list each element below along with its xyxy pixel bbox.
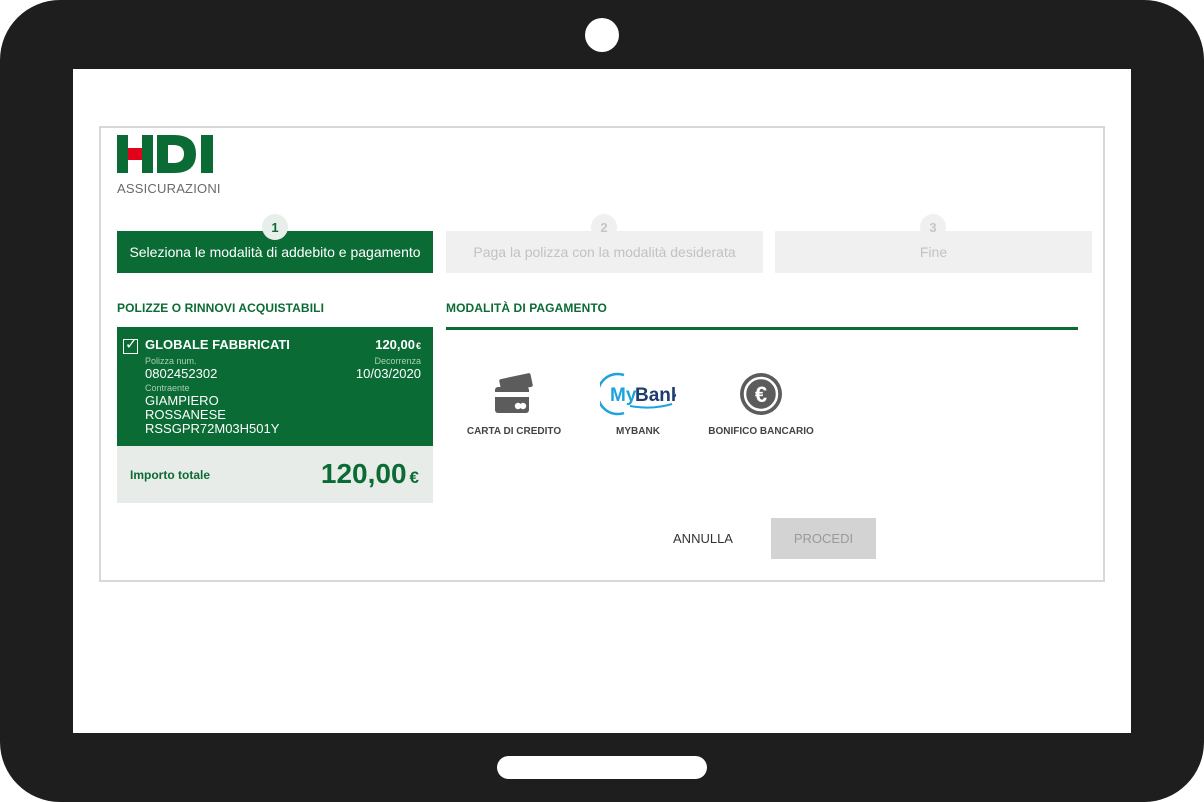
policy-checkbox[interactable]: ✓ bbox=[123, 336, 138, 354]
step-3-label: Fine bbox=[919, 244, 948, 260]
step-1-number: 1 bbox=[262, 214, 288, 240]
hdi-logo: ASSICURAZIONI bbox=[117, 133, 221, 196]
policy-holder-first: GIAMPIERO bbox=[145, 393, 219, 408]
step-3-number: 3 bbox=[920, 214, 946, 240]
payment-method-credit-card[interactable]: CARTA DI CREDITO bbox=[449, 370, 579, 437]
policy-amount-currency: € bbox=[415, 341, 421, 351]
hdi-logo-icon bbox=[117, 135, 213, 173]
policy-card[interactable]: ✓ GLOBALE FABBRICATI 120,00€ Polizza num… bbox=[117, 327, 433, 446]
policy-tax-code: RSSGPR72M03H501Y bbox=[145, 421, 280, 436]
tablet-home-button[interactable] bbox=[497, 756, 707, 779]
logo-subtitle: ASSICURAZIONI bbox=[117, 181, 221, 196]
policy-start-label: Decorrenza bbox=[374, 356, 421, 366]
tablet-frame: ASSICURAZIONI Seleziona le modalità di a… bbox=[0, 0, 1204, 802]
policy-start-date: 10/03/2020 bbox=[355, 366, 421, 381]
step-1-label: Seleziona le modalità di addebito e paga… bbox=[129, 244, 421, 260]
credit-card-icon bbox=[495, 373, 533, 413]
step-2-label: Paga la polizza con la modalità desidera… bbox=[473, 244, 736, 260]
policy-number-label: Polizza num. bbox=[145, 356, 197, 366]
total-label: Importo totale bbox=[130, 468, 210, 482]
euro-coin-icon: € bbox=[740, 373, 782, 415]
mybank-label: MYBANK bbox=[616, 426, 660, 437]
policy-amount-value: 120,00 bbox=[375, 337, 415, 352]
step-2-number: 2 bbox=[591, 214, 617, 240]
total-box: Importo totale 120,00 € bbox=[117, 446, 433, 503]
payment-method-bank-transfer[interactable]: € BONIFICO BANCARIO bbox=[696, 370, 826, 437]
euro-symbol: € bbox=[755, 382, 767, 407]
payment-section-title: MODALITÀ DI PAGAMENTO bbox=[446, 301, 607, 315]
checkmark-icon: ✓ bbox=[125, 336, 138, 353]
policy-number: 0802452302 bbox=[145, 366, 218, 381]
credit-card-label: CARTA DI CREDITO bbox=[466, 426, 562, 437]
mybank-logo-my: My bbox=[610, 385, 637, 406]
policy-name: GLOBALE FABBRICATI bbox=[145, 337, 290, 352]
total-amount-value: 120,00 bbox=[320, 458, 407, 489]
payment-panel: ASSICURAZIONI Seleziona le modalità di a… bbox=[99, 126, 1105, 582]
policies-section-title: POLIZZE O RINNOVI ACQUISTABILI bbox=[117, 301, 324, 315]
mybank-logo-icon: My Bank bbox=[600, 372, 676, 416]
total-currency: € bbox=[409, 468, 419, 487]
payment-method-mybank[interactable]: My Bank MYBANK bbox=[573, 370, 703, 437]
policy-holder-last: ROSSANESE bbox=[145, 407, 226, 422]
payment-section-divider bbox=[446, 327, 1078, 330]
proceed-button[interactable]: PROCEDI bbox=[771, 518, 876, 559]
cancel-button[interactable]: ANNULLA bbox=[667, 518, 739, 558]
mybank-logo-bank: Bank bbox=[635, 385, 676, 406]
tablet-screen: ASSICURAZIONI Seleziona le modalità di a… bbox=[73, 69, 1131, 733]
policy-amount: 120,00€ bbox=[375, 337, 421, 352]
total-amount: 120,00 € bbox=[321, 458, 419, 490]
tablet-camera bbox=[585, 18, 619, 52]
policy-holder-label: Contraente bbox=[145, 383, 190, 393]
bank-transfer-label: BONIFICO BANCARIO bbox=[708, 426, 814, 437]
